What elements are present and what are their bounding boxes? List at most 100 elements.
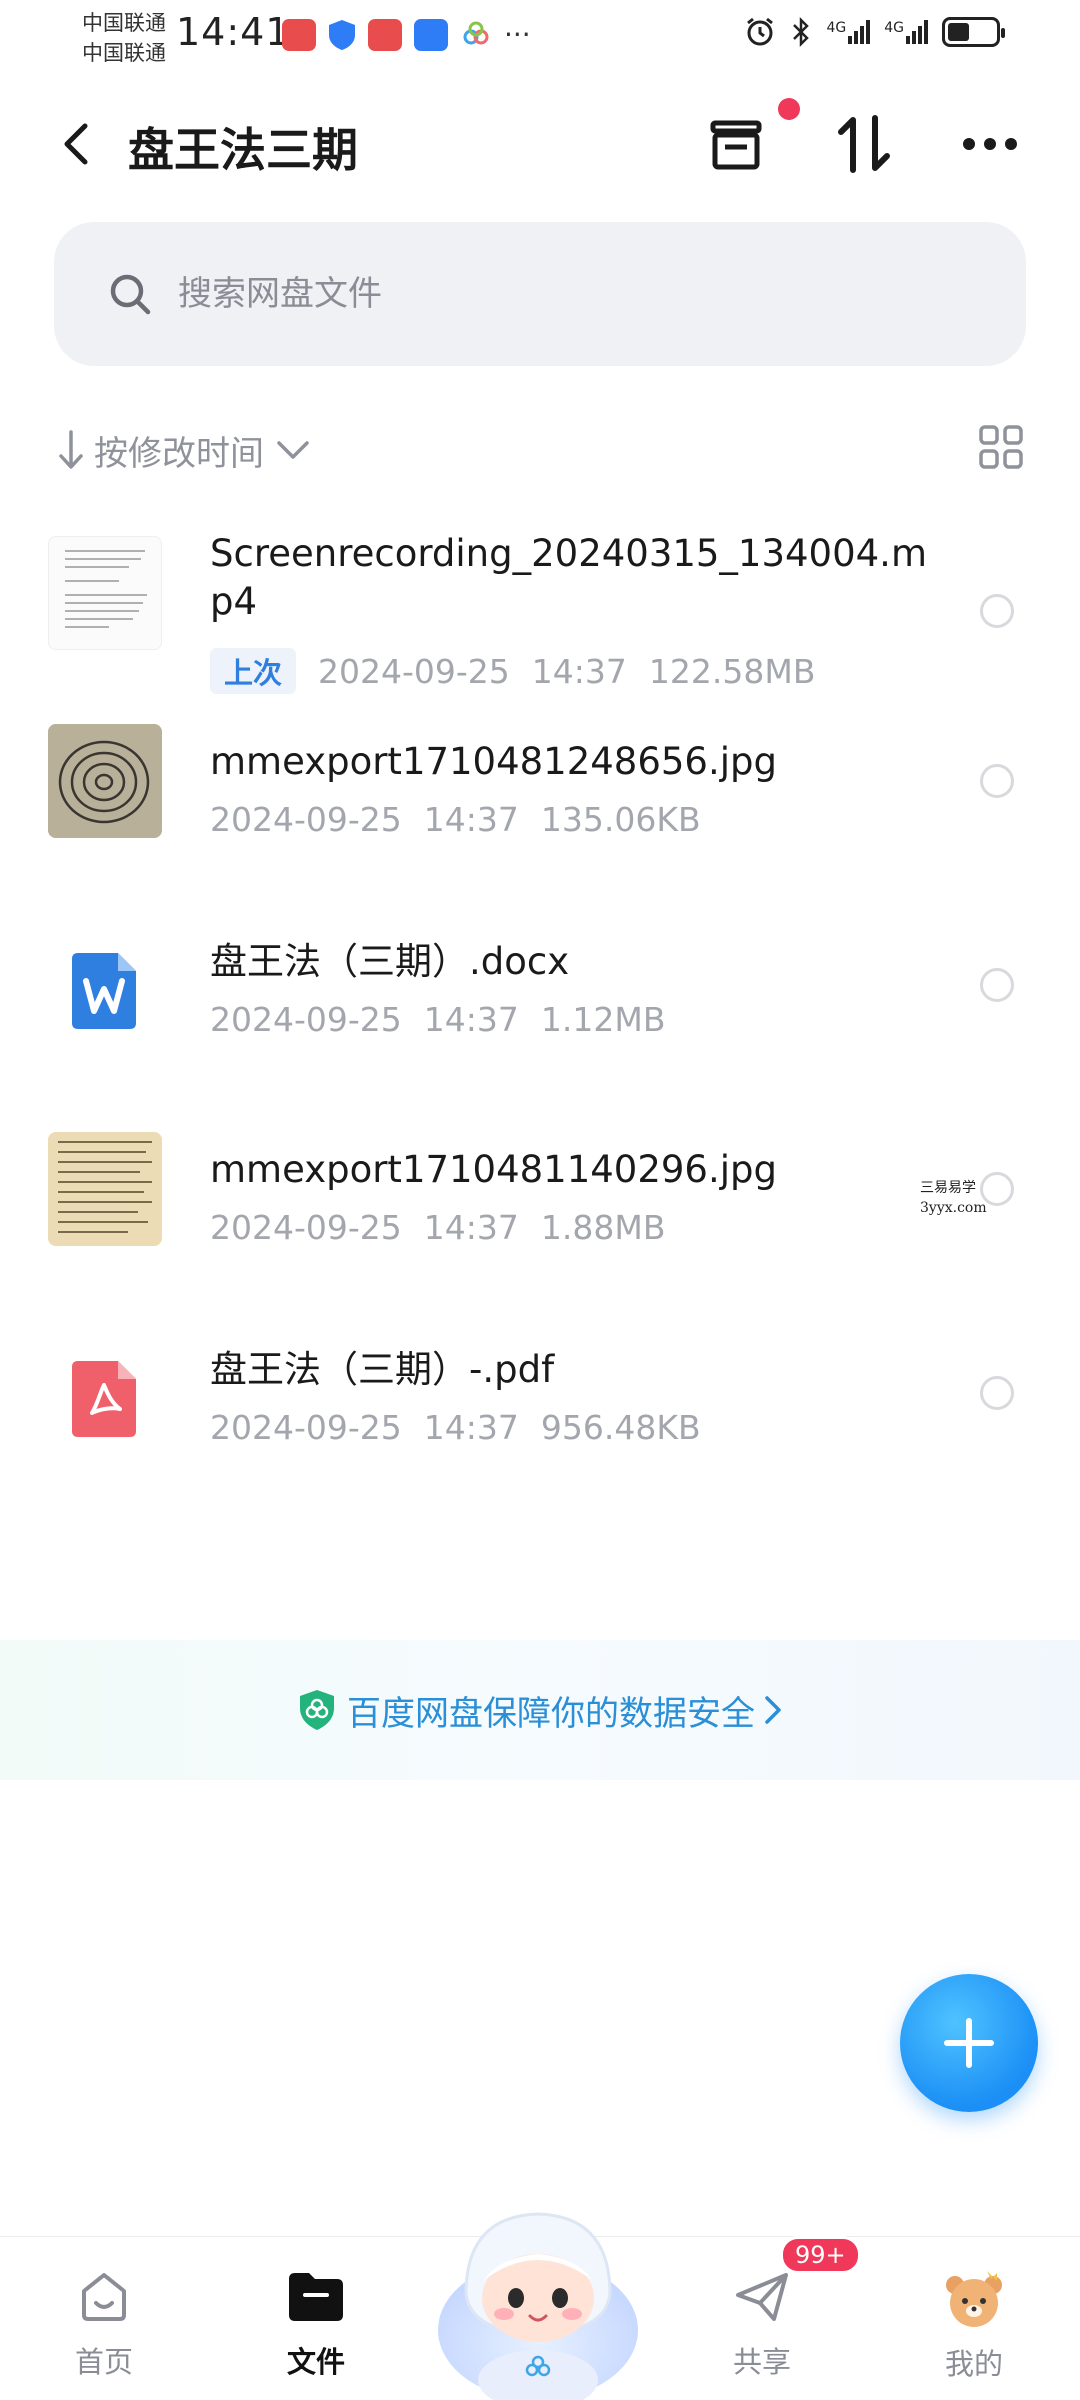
nav-mine-label: 我的: [944, 2347, 1003, 2381]
file-size: 956.48KB: [540, 1408, 701, 1447]
ai-assistant-mascot-button[interactable]: [428, 2180, 648, 2400]
carrier-1: 中国联通: [82, 11, 166, 35]
file-row[interactable]: Screenrecording_20240315_134004.mp4 上次 2…: [0, 500, 1080, 704]
file-date: 2024-09-25: [318, 651, 510, 691]
signal-2: 4G: [884, 20, 928, 44]
nav-home[interactable]: 首页: [34, 2267, 174, 2381]
watermark-line-2: 3yyx.com: [920, 1200, 987, 1216]
sort-dropdown[interactable]: 按修改时间: [58, 426, 310, 475]
file-row[interactable]: 盘王法（三期）.docx 2024-09-25 14:37 1.12MB: [0, 908, 1080, 1112]
chevron-down-icon: [277, 441, 309, 459]
battery-icon: [942, 17, 1005, 47]
file-time: 14:37: [531, 651, 627, 691]
nav-share-label: 共享: [732, 2345, 791, 2379]
select-radio[interactable]: [980, 594, 1014, 628]
status-right: 4G 4G: [744, 16, 1005, 48]
battery-level: [948, 23, 969, 41]
home-icon: [82, 2273, 126, 2321]
more-options-button[interactable]: [952, 106, 1028, 182]
file-time: 14:37: [423, 1000, 519, 1039]
text-page-image: [48, 1132, 162, 1246]
up-down-arrows-icon: [838, 115, 890, 173]
notification-dot: [778, 98, 800, 120]
back-arrow-icon: [64, 123, 88, 165]
file-size: 122.58MB: [648, 651, 816, 691]
grid-view-button[interactable]: [978, 424, 1028, 474]
nav-files[interactable]: 文件: [246, 2267, 386, 2381]
spiral-drawing-image: [48, 724, 162, 838]
signal-1: 4G: [826, 20, 871, 44]
file-date: 2024-09-25: [210, 1408, 402, 1447]
video-thumbnail: [48, 536, 162, 650]
file-date: 2024-09-25: [210, 1000, 402, 1039]
sort-toggle-button[interactable]: [826, 106, 902, 182]
watermark-line-1: 三易易学: [920, 1180, 976, 1196]
file-time: 14:37: [423, 1408, 519, 1447]
watermark: 三易易学 3yyx.com: [920, 1178, 987, 1218]
file-meta: 2024-09-25 14:37 956.48KB: [210, 1408, 701, 1447]
file-time: 14:37: [423, 1208, 519, 1247]
select-radio[interactable]: [980, 968, 1014, 1002]
status-bar: 中国联通 中国联通 14:41 ··· 4G 4G: [0, 0, 1080, 80]
security-banner[interactable]: 百度网盘保障你的数据安全: [0, 1640, 1080, 1780]
network-type-1: 4G: [826, 20, 847, 36]
file-date: 2024-09-25: [210, 1208, 402, 1247]
select-radio[interactable]: [980, 1376, 1014, 1410]
file-meta: 上次 2024-09-25 14:37 122.58MB: [210, 648, 816, 694]
baidu-netdisk-small-icon: [463, 21, 489, 44]
alarm-icon: [747, 17, 774, 46]
file-row[interactable]: mmexport1710481140296.jpg 2024-09-25 14:…: [0, 1112, 1080, 1316]
plus-icon: [944, 2018, 994, 2068]
sort-label: 按修改时间: [94, 433, 264, 474]
network-type-2: 4G: [884, 20, 904, 36]
pdf-file-icon: [48, 1342, 162, 1456]
file-name: 盘王法（三期）.docx: [210, 940, 570, 983]
huawei-app-icon-2: [368, 18, 402, 51]
image-thumbnail: [48, 1132, 162, 1246]
file-meta: 2024-09-25 14:37 1.88MB: [210, 1208, 665, 1247]
shield-app-icon: [329, 19, 355, 50]
docx-file-icon: [48, 934, 162, 1048]
nav-home-label: 首页: [74, 2345, 133, 2379]
arrow-down-icon: [59, 430, 83, 469]
pdf-doc-icon: [72, 1361, 136, 1437]
carrier-names: 中国联通 中国联通: [82, 8, 166, 68]
chevron-right-icon: [765, 1696, 781, 1724]
shield-check-icon: [300, 1690, 334, 1730]
huawei-app-icon: [282, 18, 316, 51]
lock-app-icon: [414, 18, 448, 51]
file-row[interactable]: 盘王法（三期）-.pdf 2024-09-25 14:37 956.48KB: [0, 1316, 1080, 1520]
bluetooth-icon: [793, 16, 810, 48]
nav-share[interactable]: 共享: [692, 2267, 832, 2381]
back-button[interactable]: [48, 116, 104, 172]
search-icon: [110, 274, 151, 315]
select-radio[interactable]: [980, 764, 1014, 798]
file-name: Screenrecording_20240315_134004.mp4: [210, 532, 927, 623]
file-row[interactable]: mmexport1710481248656.jpg 2024-09-25 14:…: [0, 704, 1080, 908]
file-name: 盘王法（三期）-.pdf: [210, 1348, 555, 1391]
file-name: mmexport1710481140296.jpg: [210, 1148, 777, 1191]
word-doc-icon: [72, 953, 136, 1029]
sort-bar: 按修改时间: [58, 420, 1028, 480]
file-size: 1.12MB: [540, 1000, 666, 1039]
status-time: 14:41: [176, 10, 291, 54]
bear-avatar-icon: [946, 2271, 1002, 2327]
file-time: 14:37: [423, 800, 519, 839]
image-thumbnail: [48, 724, 162, 838]
transfer-list-button[interactable]: [698, 98, 800, 182]
nav-mine[interactable]: 我的: [904, 2267, 1044, 2383]
document-preview-icon: [65, 550, 147, 628]
search-bar[interactable]: [54, 222, 1026, 366]
top-bar: 盘王法三期: [0, 96, 1080, 196]
file-list: Screenrecording_20240315_134004.mp4 上次 2…: [0, 500, 1080, 1520]
file-name: mmexport1710481248656.jpg: [210, 740, 777, 783]
file-meta: 2024-09-25 14:37 135.06KB: [210, 800, 701, 839]
archive-box-icon: [710, 120, 762, 170]
last-opened-badge: 上次: [210, 648, 297, 694]
folder-icon: [289, 2273, 343, 2321]
add-button[interactable]: [900, 1974, 1038, 2112]
grid-view-icon: [979, 425, 1023, 469]
search-input[interactable]: [178, 274, 938, 314]
nav-files-label: 文件: [286, 2345, 345, 2379]
more-notifications-icon: ···: [504, 18, 531, 51]
